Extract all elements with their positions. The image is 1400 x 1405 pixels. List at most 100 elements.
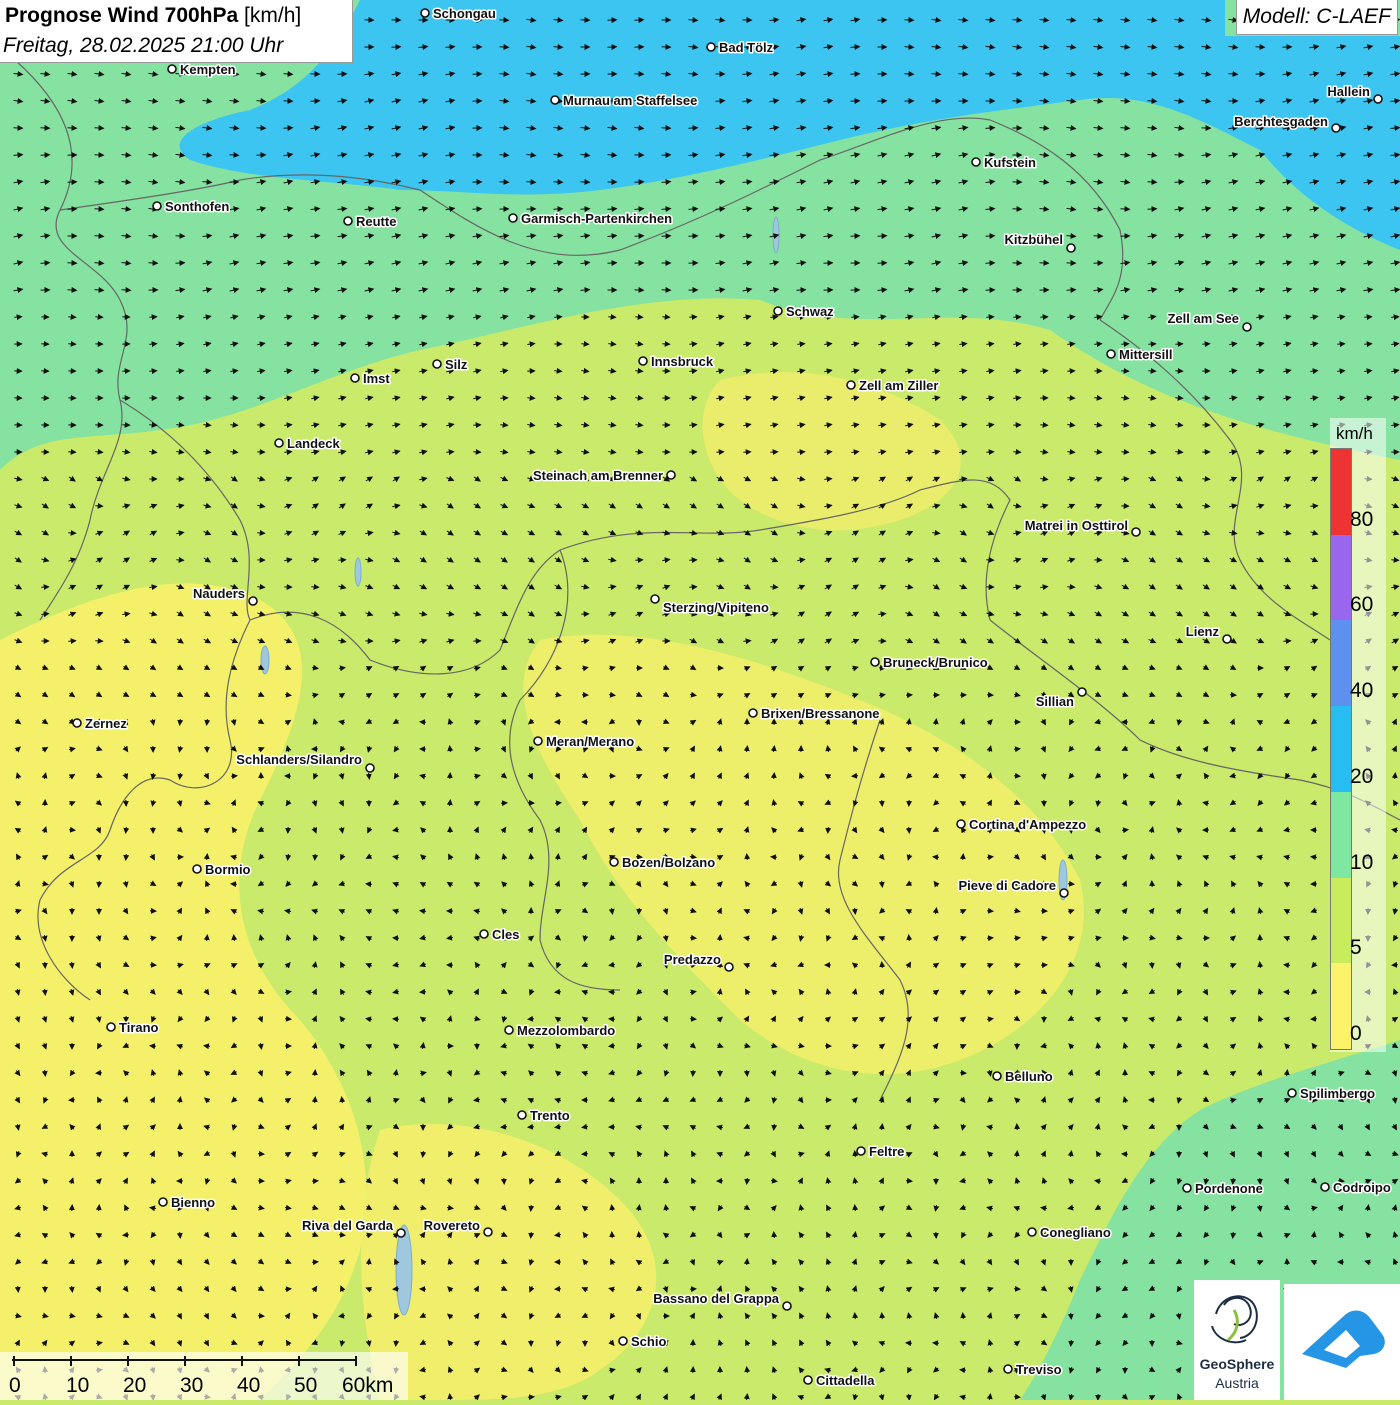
wind-vector: [689, 344, 696, 345]
wind-map[interactable]: SchongauBad TölzKemptenMurnau am Staffel…: [0, 0, 1400, 1400]
wind-vector: [1014, 1397, 1020, 1398]
city-dot-icon: [1060, 889, 1068, 897]
wind-vector: [747, 1259, 748, 1265]
wind-vector: [747, 1178, 748, 1184]
wind-vector: [1364, 344, 1371, 345]
wind-vector: [690, 938, 696, 939]
wind-vector: [1152, 962, 1153, 968]
city-dot-icon: [1107, 350, 1115, 358]
city-marker: Garmisch-Partenkirchen: [509, 211, 672, 226]
legend-segment: [1331, 963, 1351, 1049]
city-dot-icon: [1132, 528, 1140, 536]
city-dot-icon: [619, 1337, 627, 1345]
scale-label: 20: [123, 1374, 146, 1397]
wind-vector: [771, 857, 777, 858]
wind-vector: [257, 533, 264, 534]
city-label: Belluno: [1005, 1069, 1053, 1084]
city-dot-icon: [972, 158, 980, 166]
city-label: Murnau am Staffelsee: [563, 93, 697, 108]
wind-vector: [1121, 209, 1130, 210]
city-marker: Murnau am Staffelsee: [551, 93, 697, 108]
wind-vector: [1233, 1232, 1234, 1238]
city-dot-icon: [725, 963, 733, 971]
wind-vector: [1040, 317, 1047, 318]
scale-label: 60km: [342, 1374, 393, 1397]
legend-segment: [1331, 535, 1351, 621]
wind-vector: [1071, 1340, 1072, 1346]
wind-vector: [878, 236, 887, 237]
wind-vector: [69, 830, 75, 831]
wind-vector: [501, 1127, 507, 1128]
wind-vector: [338, 560, 345, 561]
wind-vector: [1071, 1313, 1072, 1319]
wind-vector: [1256, 47, 1265, 48]
wind-vector: [1040, 425, 1047, 426]
wind-vector: [851, 236, 860, 237]
wind-vector: [99, 1205, 100, 1211]
city-dot-icon: [1223, 635, 1231, 643]
wind-vector: [1013, 452, 1020, 453]
legend-label: 80: [1350, 508, 1373, 532]
geosphere-logo: GeoSphere Austria: [1194, 1280, 1280, 1400]
city-label: Predazzo: [664, 952, 721, 967]
city-dot-icon: [1183, 1184, 1191, 1192]
city-dot-icon: [366, 764, 374, 772]
city-marker: Innsbruck: [639, 354, 714, 369]
wind-vector: [635, 20, 644, 21]
wind-vector: [855, 1313, 856, 1319]
wind-vector: [231, 776, 237, 777]
scale-label: 50: [294, 1374, 317, 1397]
city-label: Steinach am Brenner: [533, 468, 663, 483]
city-label: Silz: [445, 357, 468, 372]
city-label: Garmisch-Partenkirchen: [521, 211, 672, 226]
city-dot-icon: [107, 1023, 115, 1031]
wind-vector: [609, 992, 615, 993]
city-marker: Steinach am Brenner: [533, 468, 675, 483]
wind-vector: [315, 1097, 316, 1103]
wind-vector: [1094, 452, 1101, 453]
wind-vector: [180, 719, 181, 725]
legend-unit: km/h: [1336, 424, 1373, 444]
wind-vector: [852, 776, 858, 777]
city-dot-icon: [707, 43, 715, 51]
wind-vector: [230, 425, 237, 426]
wind-vector: [122, 290, 131, 291]
wind-vector: [635, 236, 644, 237]
wind-vector: [689, 587, 696, 588]
city-label: Zernez: [85, 716, 127, 731]
city-dot-icon: [351, 374, 359, 382]
city-label: Matrei in Osttirol: [1025, 518, 1128, 533]
legend-segment: [1331, 620, 1351, 706]
city-dot-icon: [1078, 688, 1086, 696]
wind-vector: [207, 854, 208, 860]
city-marker: Cortina d'Ampezzo: [957, 817, 1086, 832]
city-label: Sonthofen: [165, 199, 229, 214]
wind-vector: [528, 1019, 534, 1020]
city-label: Bozen/Bolzano: [622, 855, 715, 870]
legend-label: 5: [1350, 936, 1362, 960]
city-label: Feltre: [869, 1144, 904, 1159]
city-label: Schio: [631, 1334, 666, 1349]
city-dot-icon: [993, 1072, 1001, 1080]
city-label: Hallein: [1327, 84, 1370, 99]
city-marker: Brixen/Bressanone: [749, 706, 880, 721]
wind-vector: [1175, 398, 1182, 399]
city-marker: Meran/Merano: [534, 734, 634, 749]
wind-vector: [531, 1232, 532, 1238]
city-label: Bormio: [205, 862, 251, 877]
city-label: Cortina d'Ampezzo: [969, 817, 1086, 832]
city-marker: Conegliano: [1028, 1225, 1111, 1240]
city-dot-icon: [1288, 1089, 1296, 1097]
city-label: Schongau: [433, 6, 496, 21]
wind-vector: [446, 452, 453, 453]
wind-vector: [473, 209, 482, 210]
wind-vector: [555, 992, 561, 993]
city-dot-icon: [509, 214, 517, 222]
wind-vector: [392, 47, 401, 48]
wind-vector: [1287, 1259, 1288, 1265]
city-label: Sillian: [1036, 694, 1074, 709]
wetter-app-icon: [1284, 1284, 1400, 1400]
city-label: Cles: [492, 927, 519, 942]
wind-vector: [1121, 344, 1128, 345]
legend-colorbar: [1330, 448, 1352, 1050]
